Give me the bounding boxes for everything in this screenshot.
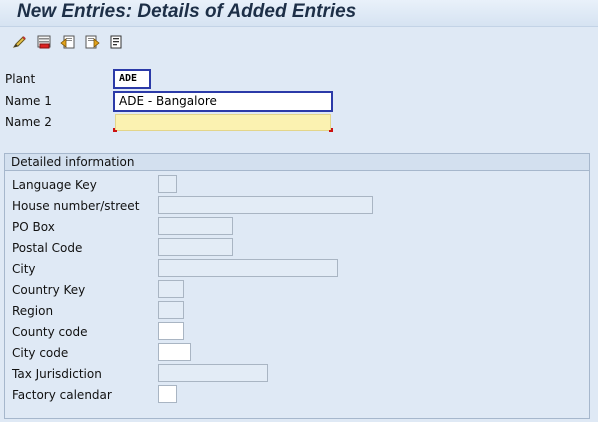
delete-button[interactable] — [35, 33, 53, 51]
required-marker-left — [113, 128, 117, 132]
tax-jurisdiction-label: Tax Jurisdiction — [12, 367, 102, 381]
language-key-label: Language Key — [12, 178, 97, 192]
details-icon — [110, 35, 122, 49]
details-button[interactable] — [107, 33, 125, 51]
previous-entry-button[interactable] — [59, 33, 77, 51]
delete-icon — [37, 35, 51, 49]
application-toolbar — [0, 28, 598, 57]
plant-field[interactable]: ADE — [113, 69, 151, 89]
house-number-label: House number/street — [12, 199, 140, 213]
plant-label: Plant — [5, 72, 36, 86]
group-title: Detailed information — [11, 155, 135, 169]
next-entry-icon — [85, 35, 100, 49]
country-key-label: Country Key — [12, 283, 86, 297]
country-key-field[interactable] — [158, 280, 184, 298]
postal-code-label: Postal Code — [12, 241, 83, 255]
city-field[interactable] — [158, 259, 338, 277]
name2-label: Name 2 — [5, 115, 52, 129]
city-code-label: City code — [12, 346, 69, 360]
title-bar: New Entries: Details of Added Entries — [0, 0, 598, 27]
house-number-field[interactable] — [158, 196, 373, 214]
city-label: City — [12, 262, 36, 276]
county-code-field[interactable] — [158, 322, 184, 340]
county-code-label: County code — [12, 325, 88, 339]
page-title: New Entries: Details of Added Entries — [17, 1, 357, 22]
po-box-field[interactable] — [158, 217, 233, 235]
language-key-field[interactable] — [158, 175, 177, 193]
region-label: Region — [12, 304, 54, 318]
name1-label: Name 1 — [5, 94, 52, 108]
factory-calendar-label: Factory calendar — [12, 388, 112, 402]
region-field[interactable] — [158, 301, 184, 319]
po-box-label: PO Box — [12, 220, 55, 234]
name2-field[interactable] — [115, 114, 331, 131]
factory-calendar-field[interactable] — [158, 385, 177, 403]
display-change-button[interactable] — [11, 33, 29, 51]
postal-code-field[interactable] — [158, 238, 233, 256]
city-code-field[interactable] — [158, 343, 191, 361]
previous-entry-icon — [60, 35, 75, 49]
next-entry-button[interactable] — [83, 33, 101, 51]
required-marker-right — [329, 128, 333, 132]
name1-field[interactable]: ADE - Bangalore — [113, 91, 333, 112]
group-header: Detailed information — [5, 154, 589, 171]
display-change-icon — [12, 36, 26, 48]
tax-jurisdiction-field[interactable] — [158, 364, 268, 382]
